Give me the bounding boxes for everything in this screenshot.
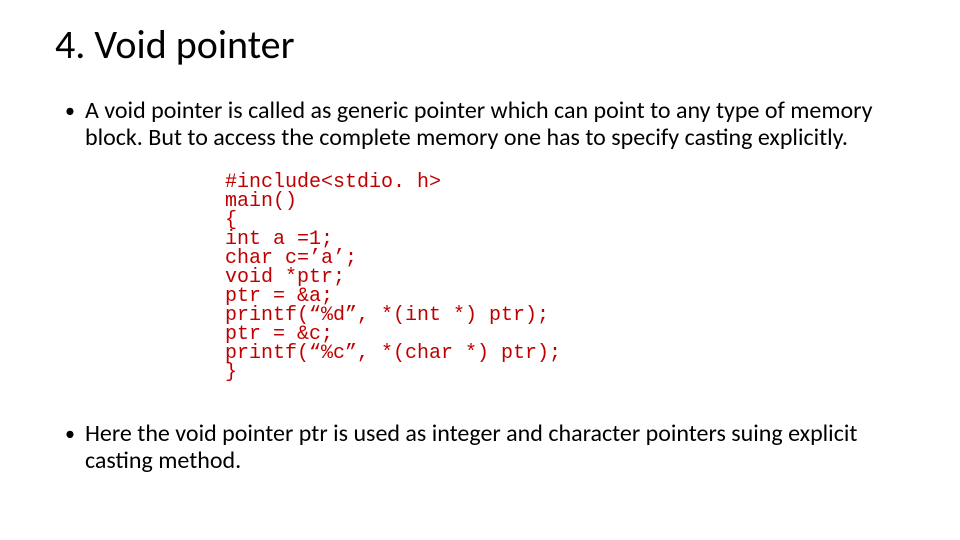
bullet-dot-icon: • xyxy=(65,420,75,448)
code-block: #include<stdio. h> main() { int a =1; ch… xyxy=(225,173,905,382)
bullet-2-text: Here the void pointer ptr is used as int… xyxy=(85,420,905,474)
bullet-1-text: A void pointer is called as generic poin… xyxy=(85,97,905,151)
bullet-1: • A void pointer is called as generic po… xyxy=(65,97,905,151)
code-line-2: main() xyxy=(225,192,905,211)
bullet-dot-icon: • xyxy=(65,97,75,125)
code-line-10: printf(“%c”, *(char *) ptr); xyxy=(225,344,905,363)
bullet-2: • Here the void pointer ptr is used as i… xyxy=(65,420,905,474)
slide-title: 4. Void pointer xyxy=(55,20,905,69)
slide: 4. Void pointer • A void pointer is call… xyxy=(0,0,960,540)
code-line-1: #include<stdio. h> xyxy=(225,173,905,192)
code-line-11: } xyxy=(225,363,905,382)
